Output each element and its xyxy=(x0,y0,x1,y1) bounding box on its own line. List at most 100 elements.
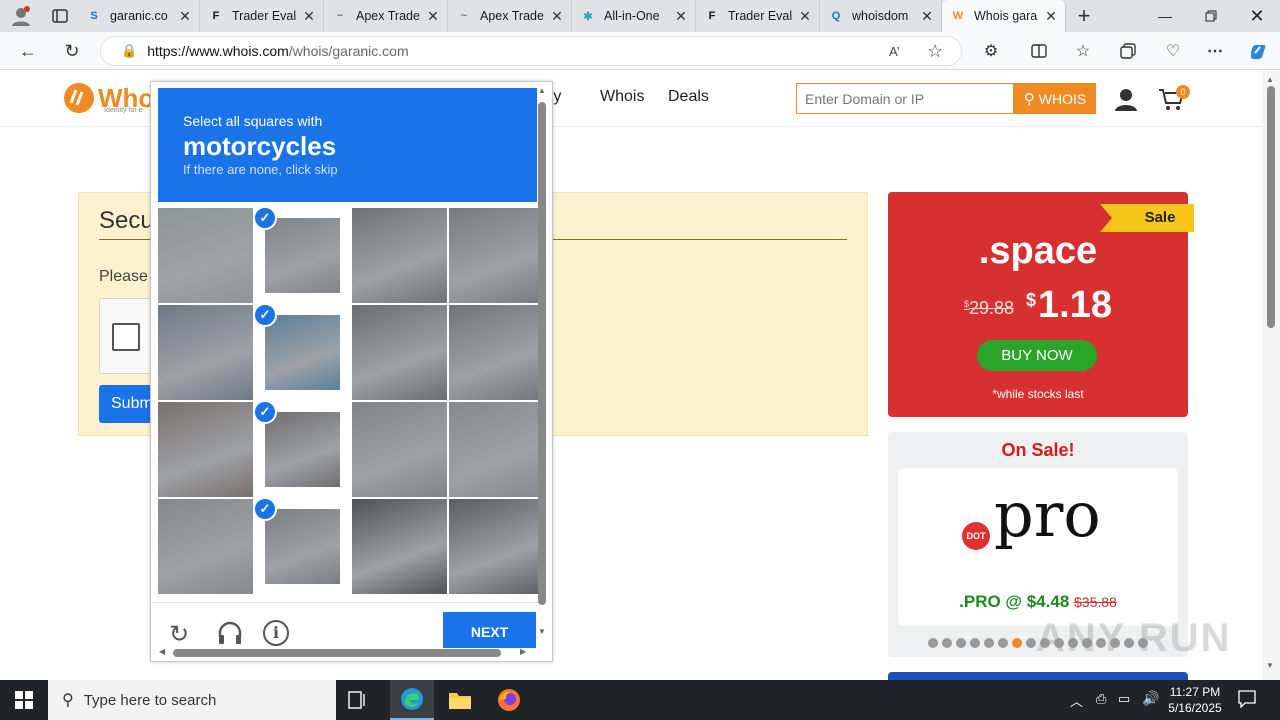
captcha-tile[interactable] xyxy=(265,218,340,293)
tab-favicon-icon: S xyxy=(90,10,98,22)
captcha-tile[interactable] xyxy=(352,499,447,594)
back-button[interactable]: ← xyxy=(13,36,43,66)
next-button[interactable]: NEXT xyxy=(443,612,536,648)
tab-label: All-in-One xyxy=(604,9,660,23)
tab-close-icon[interactable]: ✕ xyxy=(301,8,317,25)
new-tab-button[interactable]: + xyxy=(1066,3,1102,29)
browser-tab[interactable]: ✱ All-in-One ✕ xyxy=(572,0,696,32)
tab-close-icon[interactable]: ✕ xyxy=(919,8,935,25)
tab-close-icon[interactable]: ✕ xyxy=(177,8,193,25)
read-aloud-icon[interactable]: A’ xyxy=(889,44,900,59)
dialog-scroll-right[interactable]: ▶ xyxy=(520,647,526,656)
captcha-tile[interactable] xyxy=(158,305,253,400)
more-options-icon[interactable]: ⋯ xyxy=(1202,38,1228,64)
captcha-tile[interactable] xyxy=(265,315,340,390)
dialog-scroll-up[interactable]: ▲ xyxy=(538,86,546,95)
address-bar-row: ← ↻ 🔒 https://www.whois.com/whois/garani… xyxy=(0,32,1280,70)
captcha-tile[interactable] xyxy=(352,208,447,303)
captcha-tile[interactable] xyxy=(265,412,340,487)
page-scroll-thumb[interactable] xyxy=(1267,86,1275,328)
extensions-icon[interactable]: ⚙ xyxy=(978,38,1004,64)
captcha-tile[interactable] xyxy=(352,305,447,400)
audio-challenge-icon[interactable] xyxy=(217,621,243,650)
volume-tray-icon[interactable]: 🔊 xyxy=(1142,690,1159,707)
info-icon[interactable]: i xyxy=(263,620,289,646)
domain-search-input[interactable] xyxy=(796,83,1014,114)
tab-actions-icon[interactable] xyxy=(42,0,78,32)
carousel-dot[interactable] xyxy=(984,638,994,648)
file-explorer-icon[interactable] xyxy=(448,689,472,716)
cart-icon[interactable]: 0 xyxy=(1158,85,1190,116)
captcha-tile[interactable] xyxy=(158,499,253,594)
profile-icon[interactable] xyxy=(0,0,42,32)
browser-tab[interactable]: ~ Apex Trade ✕ xyxy=(324,0,448,32)
captcha-tile[interactable] xyxy=(265,509,340,584)
carousel-dot[interactable] xyxy=(970,638,980,648)
carousel-dot[interactable] xyxy=(942,638,952,648)
pro-promo-card[interactable]: DOT pro .PRO @ $4.48 $35.88 xyxy=(898,468,1178,626)
split-screen-icon[interactable] xyxy=(1026,38,1052,64)
scroll-down-arrow[interactable]: ▼ xyxy=(1266,661,1274,670)
task-view-icon[interactable] xyxy=(348,691,368,714)
carousel-dot[interactable] xyxy=(928,638,938,648)
favorite-star-icon[interactable]: ☆ xyxy=(927,41,943,62)
browser-tab[interactable]: ~ Apex Trade ✕ xyxy=(448,0,572,32)
refresh-button[interactable]: ↻ xyxy=(57,36,87,66)
tab-close-icon[interactable]: ✕ xyxy=(425,8,441,25)
carousel-dot[interactable] xyxy=(956,638,966,648)
lock-icon[interactable]: 🔒 xyxy=(121,43,137,59)
nav-deals[interactable]: Deals xyxy=(668,88,709,106)
captcha-tile[interactable] xyxy=(449,499,544,594)
browser-tab[interactable]: F Trader Eval ✕ xyxy=(696,0,820,32)
favorites-icon[interactable]: ☆ xyxy=(1070,38,1096,64)
tray-overflow-icon[interactable]: ︿ xyxy=(1070,691,1083,710)
copilot-icon[interactable] xyxy=(1245,38,1271,64)
restore-button[interactable] xyxy=(1188,0,1234,32)
space-promo-banner[interactable]: Sale .space $29.88 $ 1.18 BUY NOW *while… xyxy=(888,192,1194,417)
carousel-dot[interactable] xyxy=(998,638,1008,648)
edge-taskbar-icon[interactable] xyxy=(390,680,434,720)
dialog-scroll-down[interactable]: ▼ xyxy=(538,627,546,636)
ethernet-tray-icon[interactable]: ▭ xyxy=(1118,691,1130,707)
captcha-tile[interactable] xyxy=(449,208,544,303)
captcha-tile[interactable] xyxy=(449,305,544,400)
scroll-up-arrow[interactable]: ▲ xyxy=(1266,75,1274,84)
captcha-checkbox[interactable] xyxy=(112,323,140,351)
address-bar[interactable]: 🔒 https://www.whois.com/whois/garanic.co… xyxy=(100,36,962,66)
captcha-tile[interactable] xyxy=(352,402,447,497)
carousel-dot[interactable] xyxy=(1026,638,1036,648)
browser-tab[interactable]: F Trader Eval ✕ xyxy=(200,0,324,32)
browser-tab[interactable]: W Whois gara ✕ xyxy=(942,0,1066,32)
dialog-vscroll-thumb[interactable] xyxy=(538,102,546,605)
close-window-button[interactable]: ✕ xyxy=(1234,0,1280,32)
whois-logo[interactable]: Who Identity for e xyxy=(62,81,162,117)
dialog-hscroll-thumb[interactable] xyxy=(173,649,501,657)
taskbar-clock[interactable]: 11:27 PM 5/16/2025 xyxy=(1166,684,1224,716)
firefox-icon[interactable] xyxy=(497,688,521,717)
tab-close-icon[interactable]: ✕ xyxy=(1043,8,1059,25)
captcha-tile[interactable] xyxy=(449,402,544,497)
promo-new-price: 1.18 xyxy=(1038,284,1113,326)
nav-whois[interactable]: Whois xyxy=(600,88,644,106)
taskbar-search-box[interactable]: ⚲ Type here to search xyxy=(48,680,336,720)
minimize-button[interactable]: — xyxy=(1142,0,1188,32)
browser-tab[interactable]: Sgaranic.co ✕ xyxy=(78,0,200,32)
collections-icon[interactable] xyxy=(1115,38,1141,64)
dialog-scroll-left[interactable]: ◀ xyxy=(159,647,165,656)
notifications-icon[interactable] xyxy=(1238,690,1256,713)
tab-close-icon[interactable]: ✕ xyxy=(549,8,565,25)
browser-essentials-icon[interactable]: ♡ xyxy=(1160,38,1186,64)
page-scrollbar[interactable]: ▲ ▼ xyxy=(1262,71,1280,680)
whois-search-button[interactable]: ⚲ WHOIS xyxy=(1014,83,1096,114)
start-button[interactable] xyxy=(0,680,48,720)
tab-close-icon[interactable]: ✕ xyxy=(673,8,689,25)
buy-now-button[interactable]: BUY NOW xyxy=(977,340,1097,371)
tab-close-icon[interactable]: ✕ xyxy=(797,8,813,25)
network-tray-icon[interactable]: ⎙ xyxy=(1096,691,1106,707)
account-icon[interactable] xyxy=(1114,87,1138,116)
reload-icon[interactable]: ↻ xyxy=(169,620,189,649)
captcha-tile[interactable] xyxy=(158,402,253,497)
carousel-dot[interactable] xyxy=(1012,638,1022,648)
browser-tab[interactable]: Qwhoisdom ✕ xyxy=(820,0,942,32)
captcha-tile[interactable] xyxy=(158,208,253,303)
